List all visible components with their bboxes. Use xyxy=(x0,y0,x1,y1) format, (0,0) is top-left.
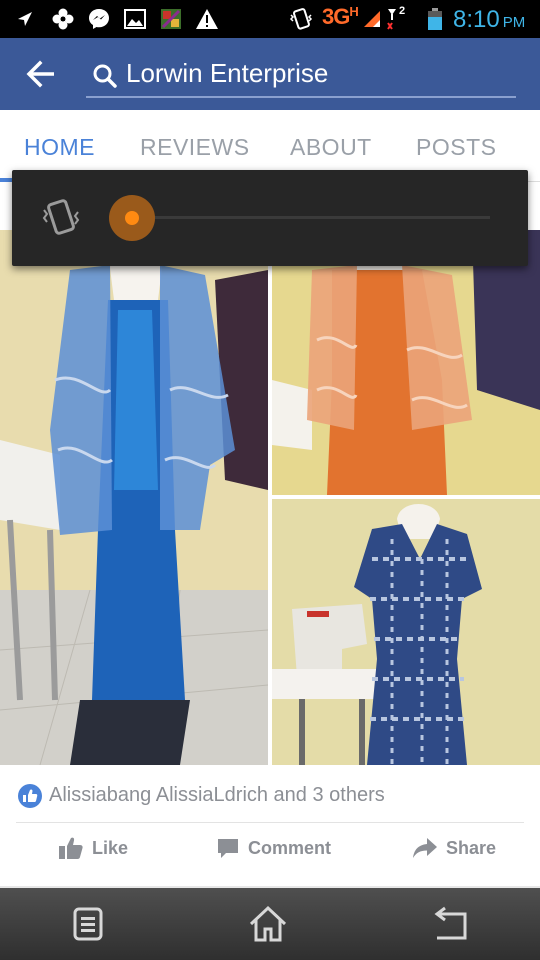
volume-overlay xyxy=(12,170,528,266)
share-icon xyxy=(413,838,437,858)
search-input[interactable]: Lorwin Enterprise xyxy=(86,54,516,98)
status-bar: 3GH 2 8:10 PM xyxy=(0,0,540,38)
likes-summary: Alissiabang AlissiaLdrich and 3 others xyxy=(49,784,385,806)
clock-ampm: PM xyxy=(502,14,526,31)
tab-home[interactable]: HOME xyxy=(24,134,95,161)
clock: 8:10 PM xyxy=(453,6,526,33)
like-label: Like xyxy=(92,837,129,858)
comment-button[interactable]: Comment xyxy=(216,833,331,863)
signal-2-icon: 2 xyxy=(386,5,408,31)
tab-reviews[interactable]: REVIEWS xyxy=(140,134,250,161)
back-icon[interactable] xyxy=(425,900,475,948)
network-type: 3GH xyxy=(322,4,359,29)
warning-icon xyxy=(194,7,220,31)
home-icon[interactable] xyxy=(243,900,293,948)
like-badge-icon xyxy=(18,784,42,808)
volume-slider-thumb[interactable] xyxy=(109,195,155,241)
vibrate-icon xyxy=(288,7,314,31)
app-bar: Lorwin Enterprise xyxy=(0,38,540,110)
location-off-icon xyxy=(14,7,36,31)
vibrate-icon[interactable] xyxy=(40,198,82,238)
back-arrow-icon[interactable] xyxy=(26,60,58,88)
signal-icon xyxy=(362,7,382,31)
like-icon xyxy=(59,837,83,859)
search-icon xyxy=(92,63,118,89)
comment-icon xyxy=(218,839,238,858)
post-photos xyxy=(0,230,540,765)
tab-about[interactable]: ABOUT xyxy=(290,134,372,161)
share-label: Share xyxy=(446,837,497,858)
battery-icon xyxy=(426,7,444,31)
search-value: Lorwin Enterprise xyxy=(126,58,329,88)
sim-badge: 2 xyxy=(399,5,406,17)
menu-icon[interactable] xyxy=(63,900,113,948)
network-sub: H xyxy=(349,4,358,19)
post-actions: Like Comment Share xyxy=(0,823,540,873)
photo-blue-lace-dress[interactable] xyxy=(0,230,268,765)
system-nav-bar xyxy=(0,888,540,960)
comment-label: Comment xyxy=(248,837,332,858)
like-button[interactable]: Like xyxy=(58,833,128,863)
gallery-icon xyxy=(122,7,148,31)
reactions-row[interactable]: Alissiabang AlissiaLdrich and 3 others xyxy=(0,770,540,820)
tab-posts[interactable]: POSTS xyxy=(416,134,496,161)
flower-icon xyxy=(50,7,76,31)
volume-slider-track[interactable] xyxy=(144,216,490,219)
photo-peach-lace-dress[interactable] xyxy=(272,230,540,495)
messenger-icon xyxy=(86,7,112,31)
share-button[interactable]: Share xyxy=(412,833,496,863)
app-icon xyxy=(158,7,184,31)
photo-printed-dress[interactable] xyxy=(272,499,540,765)
